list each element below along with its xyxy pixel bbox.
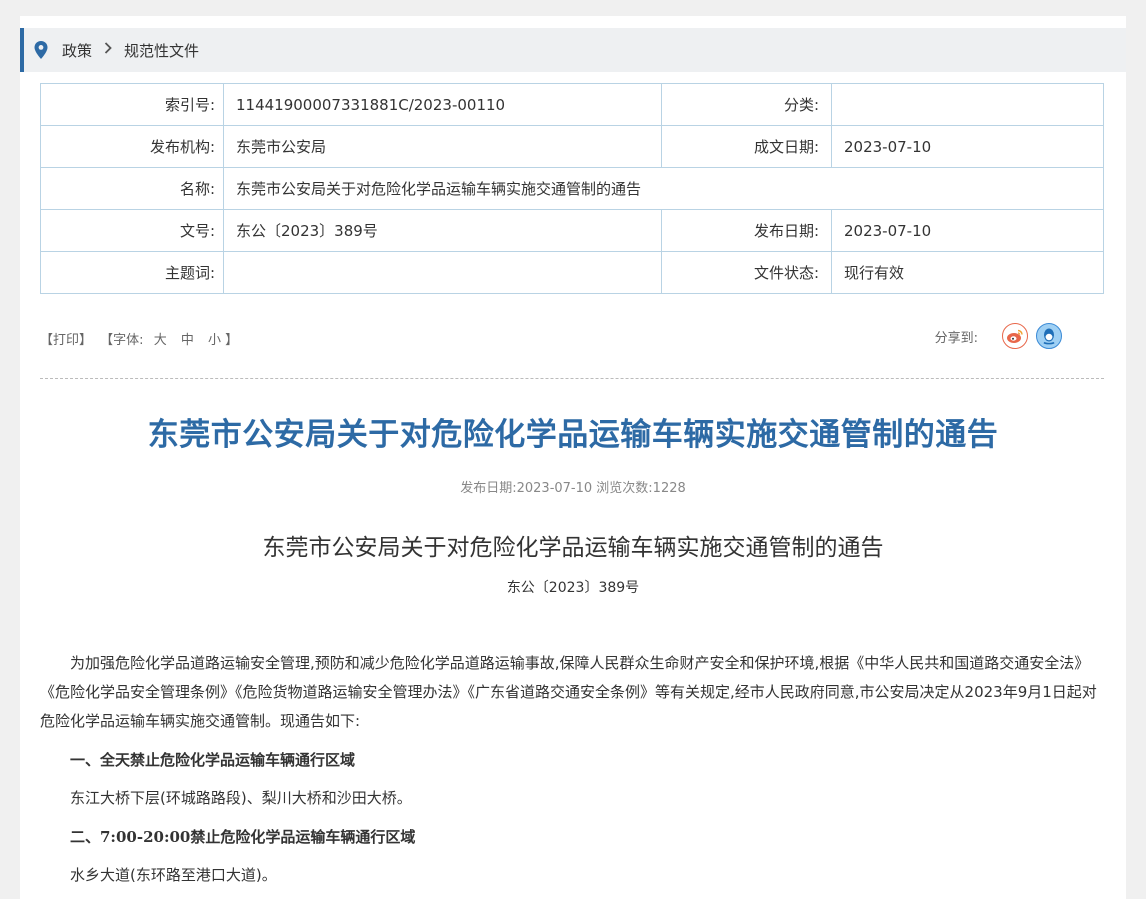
share-label: 分享到: (934, 330, 978, 346)
meta-value (831, 83, 1104, 126)
meta-label: 分类: (661, 83, 832, 126)
table-row: 发布机构: 东莞市公安局 成文日期: 2023-07-10 (40, 125, 1104, 168)
font-medium-button[interactable]: 中 (181, 333, 194, 348)
meta-label: 索引号: (40, 83, 224, 126)
meta-value: 11441900007331881C/2023-00110 (223, 83, 662, 126)
meta-value: 东莞市公安局关于对危险化学品运输车辆实施交通管制的通告 (223, 167, 1104, 210)
meta-label: 发布机构: (40, 125, 224, 168)
article-toolbar: 【打印】 【字体: 大 中 小 】 分享到: (40, 321, 1104, 355)
divider (40, 378, 1104, 379)
meta-value: 2023-07-10 (831, 209, 1104, 252)
page: 政策 规范性文件 索引号: 11441900007331881C/2023-00… (20, 16, 1126, 899)
paragraph: 东江大桥下层(环城路路段)、梨川大桥和沙田大桥。 (70, 789, 412, 807)
font-size-label: 【字体: (100, 333, 144, 348)
document-number: 东公〔2023〕389号 (506, 580, 640, 596)
article-tools: 【打印】 【字体: 大 中 小 】 (40, 329, 242, 348)
breadcrumb-item-regulations[interactable]: 规范性文件 (124, 40, 199, 61)
table-row: 索引号: 11441900007331881C/2023-00110 分类: (40, 83, 1104, 126)
meta-label: 成文日期: (661, 125, 832, 168)
meta-label: 发布日期: (661, 209, 832, 252)
article-body: 为加强危险化学品道路运输安全管理,预防和减少危险化学品道路运输事故,保障人民群众… (40, 649, 1104, 890)
font-small-button[interactable]: 小 (208, 333, 221, 348)
section-heading: 一、全天禁止危险化学品运输车辆通行区域 (70, 751, 356, 769)
meta-value: 2023-07-10 (831, 125, 1104, 168)
table-row: 名称: 东莞市公安局关于对危险化学品运输车辆实施交通管制的通告 (40, 167, 1104, 210)
meta-value (223, 251, 662, 294)
document-title: 东莞市公安局关于对危险化学品运输车辆实施交通管制的通告 (262, 535, 884, 561)
chevron-right-icon (104, 42, 112, 58)
meta-value: 东莞市公安局 (223, 125, 662, 168)
meta-value: 现行有效 (831, 251, 1104, 294)
document-meta-table: 索引号: 11441900007331881C/2023-00110 分类: 发… (40, 83, 1104, 294)
meta-value: 东公〔2023〕389号 (223, 209, 662, 252)
font-size-close: 】 (225, 333, 239, 348)
paragraph: 水乡大道(东环路至港口大道)。 (70, 866, 277, 884)
publish-info: 发布日期:2023-07-10 浏览次数:1228 (460, 481, 686, 496)
breadcrumb: 政策 规范性文件 (20, 28, 1126, 72)
map-pin-icon (34, 41, 48, 59)
table-row: 主题词: 文件状态: 现行有效 (40, 251, 1104, 294)
print-button[interactable]: 【打印】 (40, 333, 92, 348)
table-row: 文号: 东公〔2023〕389号 发布日期: 2023-07-10 (40, 209, 1104, 252)
share-bar: 分享到: (935, 323, 1062, 349)
meta-label: 名称: (40, 167, 224, 210)
meta-label: 文件状态: (661, 251, 832, 294)
breadcrumb-item-policy[interactable]: 政策 (62, 40, 92, 61)
font-large-button[interactable]: 大 (154, 333, 167, 348)
paragraph: 为加强危险化学品道路运输安全管理,预防和减少危险化学品道路运输事故,保障人民群众… (40, 654, 1097, 730)
qq-icon[interactable] (1036, 323, 1062, 349)
weibo-icon[interactable] (1002, 323, 1028, 349)
article-title: 东莞市公安局关于对危险化学品运输车辆实施交通管制的通告 (147, 417, 999, 453)
section-heading: 二、7:00-20:00禁止危险化学品运输车辆通行区域 (70, 828, 416, 846)
meta-label: 主题词: (40, 251, 224, 294)
meta-label: 文号: (40, 209, 224, 252)
